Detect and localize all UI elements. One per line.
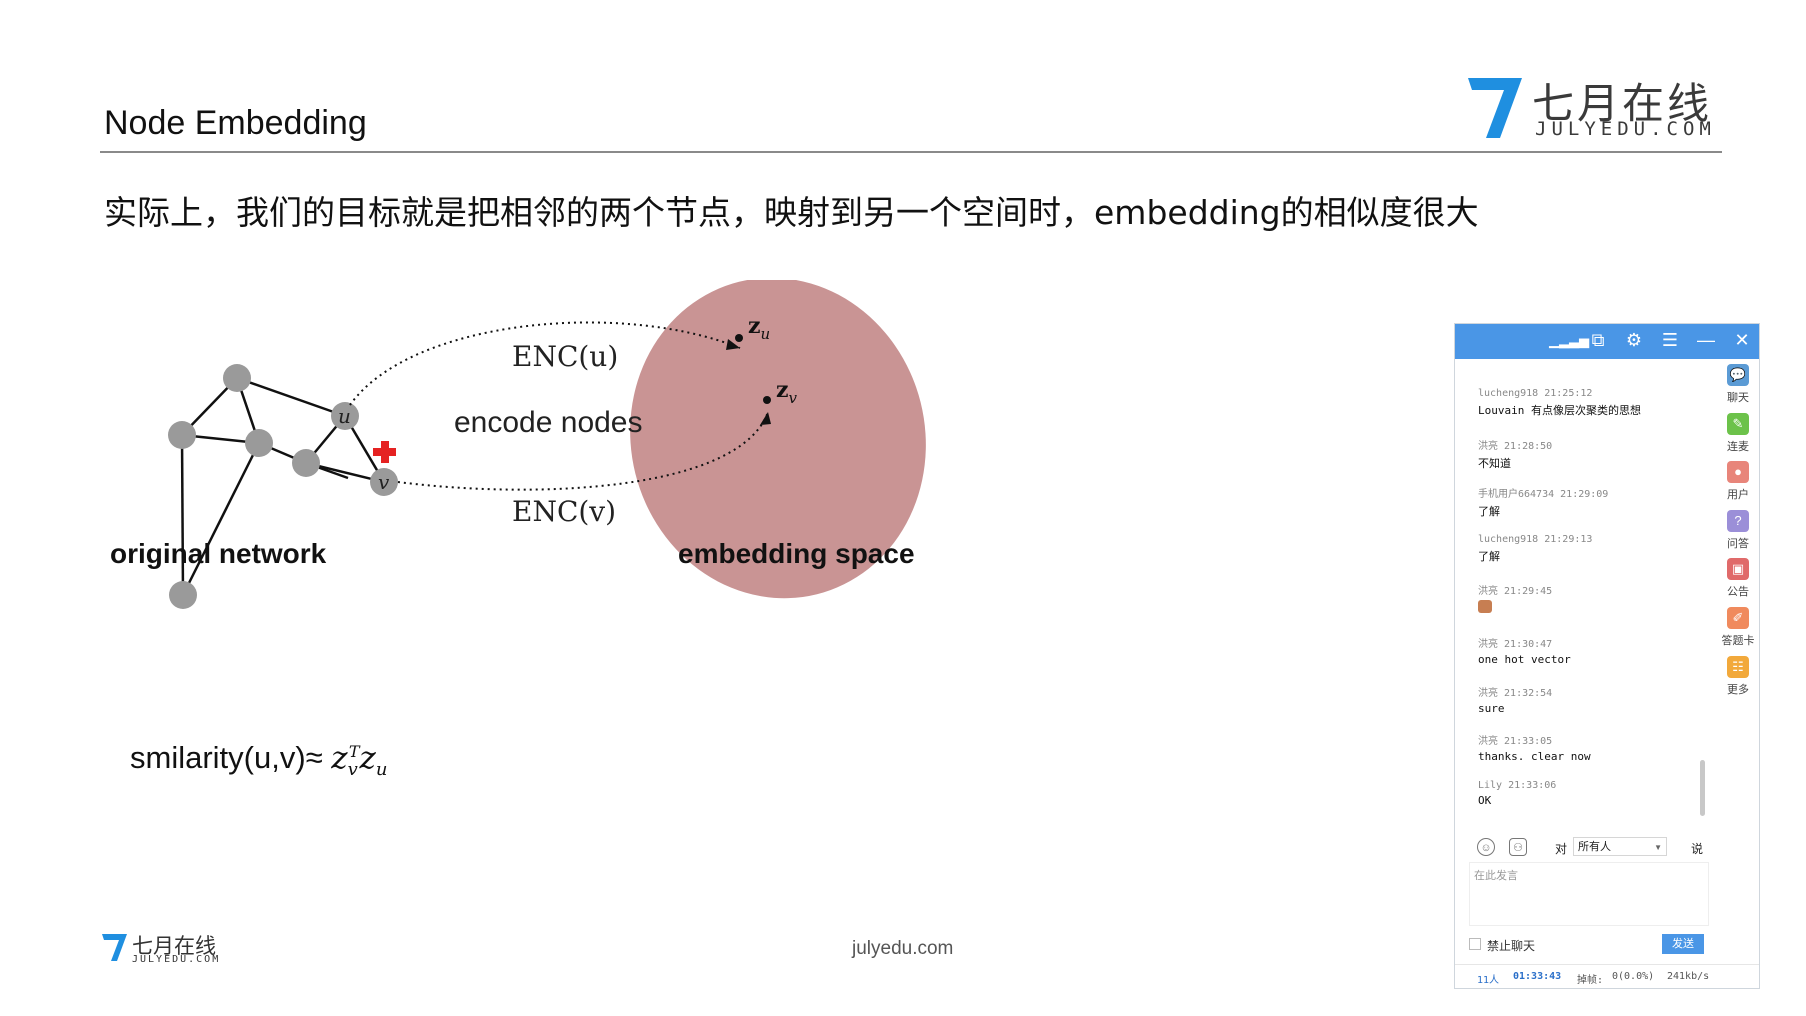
answer-card-icon: ✐	[1727, 607, 1749, 629]
chat-toolbar: ☺ ⚇ 对 所有人 ▼ 说	[1455, 832, 1713, 862]
sidebar-item-answer-card[interactable]: ✐ 答题卡	[1719, 607, 1757, 648]
send-button[interactable]: 发送	[1662, 934, 1704, 954]
graph-node	[292, 449, 320, 477]
chat-message: 洪亮 21:29:45	[1478, 582, 1708, 616]
ban-chat-label: 禁止聊天	[1487, 939, 1536, 953]
graph-node	[169, 581, 197, 609]
footer-url: julyedu.com	[852, 938, 954, 959]
sidebar-item-announcement[interactable]: ▣ 公告	[1719, 558, 1757, 599]
chat-message: 手机用户664734 21:29:09 了解	[1478, 489, 1609, 518]
chat-message: lucheng918 21:25:12 Louvain 有点像层次聚类的思想	[1478, 388, 1641, 417]
menu-icon[interactable]: ☰	[1658, 330, 1682, 351]
sidebar-item-chat[interactable]: 💬 聊天	[1719, 364, 1757, 405]
chevron-down-icon: ▼	[1654, 843, 1662, 852]
chat-message: 洪亮 21:28:50 不知道	[1478, 441, 1553, 470]
logo-seven-icon	[1468, 78, 1522, 138]
more-icon: ☷	[1727, 656, 1749, 678]
logo-text-en: JULYEDU.COM	[1535, 118, 1716, 140]
ban-chat-row: 禁止聊天 发送	[1469, 934, 1713, 956]
frame-drop-label: 掉帧:	[1577, 975, 1604, 986]
status-bar: 11人 01:33:43 掉帧: 0(0.0%) 241kb/s	[1455, 964, 1759, 989]
frame-drop-value: 0(0.0%)	[1612, 971, 1655, 982]
footer-logo-en: JULYEDU.COM	[132, 954, 221, 965]
graph-nodes	[168, 364, 398, 609]
minimize-icon[interactable]: —	[1694, 330, 1718, 351]
node-embedding-diagram: u v zu zv ENC(u) encode nodes ENC(v) ori…	[110, 280, 926, 609]
footer-logo-icon	[102, 934, 127, 961]
live-chat-panel: ▁▂▃▅ ⧉ ⚙ ☰ — ✕ lucheng918 21:25:12 Louva…	[1454, 323, 1760, 989]
sidebar-item-users[interactable]: ● 用户	[1719, 461, 1757, 502]
mic-icon: ✎	[1727, 413, 1749, 435]
signal-icon: ▁▂▃▅	[1549, 333, 1589, 348]
chat-message: 洪亮 21:32:54 sure	[1478, 688, 1553, 715]
announcement-icon: ▣	[1727, 558, 1749, 580]
users-filter-icon[interactable]: ⚇	[1509, 838, 1527, 856]
slide-title: Node Embedding	[104, 104, 367, 142]
chat-message: 洪亮 21:30:47 one hot vector	[1478, 639, 1571, 666]
chat-titlebar: ▁▂▃▅ ⧉ ⚙ ☰ — ✕	[1455, 324, 1759, 359]
sidebar-item-qa[interactable]: ? 问答	[1719, 510, 1757, 551]
title-divider	[100, 151, 1722, 153]
chat-message-list[interactable]: lucheng918 21:25:12 Louvain 有点像层次聚类的思想 洪…	[1455, 360, 1713, 822]
say-label: 说	[1691, 842, 1704, 856]
formula-z-v: zvTzu	[331, 740, 388, 781]
embedding-point-zu	[735, 334, 743, 342]
bitrate: 241kb/s	[1667, 971, 1710, 982]
sidebar-item-more[interactable]: ☷ 更多	[1719, 656, 1757, 697]
settings-icon[interactable]: ⚙	[1622, 330, 1646, 351]
chat-icon: 💬	[1727, 364, 1749, 386]
chat-message: 洪亮 21:33:05 thanks. clear now	[1478, 736, 1591, 763]
enc-v-label: ENC(v)	[512, 495, 616, 528]
node-v-label: v	[378, 470, 390, 494]
graph-node	[223, 364, 251, 392]
embedding-space-ellipse	[630, 280, 926, 599]
graph-node	[245, 429, 273, 457]
graph-node	[168, 421, 196, 449]
chat-message: lucheng918 21:29:13 了解	[1478, 534, 1593, 563]
embedding-point-zv	[763, 396, 771, 404]
chat-message: Lily 21:33:06 OK	[1478, 780, 1557, 807]
node-u-label: u	[338, 404, 351, 428]
user-icon: ●	[1727, 461, 1749, 483]
ban-chat-checkbox[interactable]	[1469, 938, 1481, 950]
chat-scrollbar[interactable]	[1700, 760, 1705, 816]
recipient-select[interactable]: 所有人 ▼	[1573, 837, 1667, 856]
thumbs-up-icon	[1478, 600, 1708, 616]
cursor-plus-icon	[373, 441, 396, 463]
window-mode-icon[interactable]: ⧉	[1586, 330, 1610, 351]
to-label: 对	[1555, 842, 1568, 856]
online-count: 11人	[1477, 975, 1500, 986]
close-icon[interactable]: ✕	[1730, 330, 1754, 351]
enc-u-label: ENC(u)	[512, 340, 618, 373]
session-timer: 01:33:43	[1513, 971, 1562, 982]
slide-subtitle: 实际上，我们的目标就是把相邻的两个节点，映射到另一个空间时，embedding的…	[104, 193, 1479, 232]
embedding-space-label: embedding space	[678, 538, 915, 569]
chat-input[interactable]: 在此发言	[1469, 862, 1709, 926]
formula-prefix: smilarity(u,v)≈	[130, 740, 332, 775]
sidebar-item-mic[interactable]: ✎ 连麦	[1719, 413, 1757, 454]
encode-nodes-label: encode nodes	[454, 406, 643, 439]
emoji-icon[interactable]: ☺	[1477, 838, 1495, 856]
similarity-formula: smilarity(u,v)≈ zvTzu	[130, 740, 387, 780]
question-icon: ?	[1727, 510, 1749, 532]
original-network-label: original network	[110, 538, 327, 569]
